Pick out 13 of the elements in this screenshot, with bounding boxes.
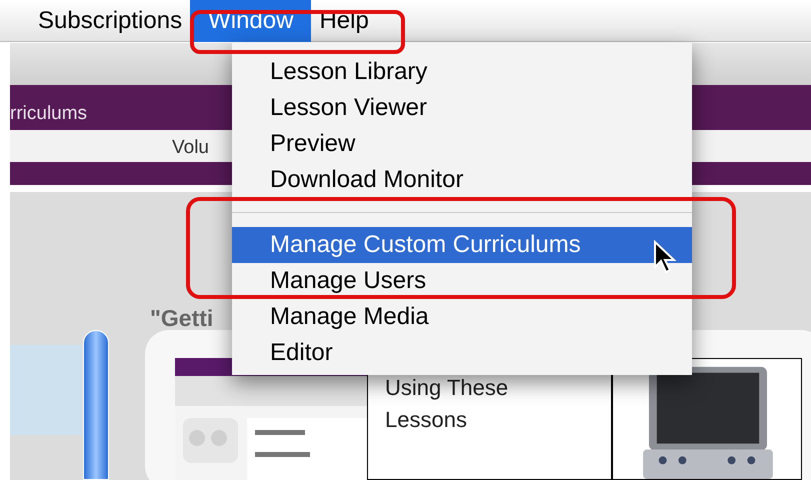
field-text: Volu (172, 136, 209, 160)
menu-item[interactable]: Editor (232, 335, 692, 371)
menu-item[interactable]: Preview (232, 126, 692, 162)
menu-item[interactable]: Lesson Library (232, 54, 692, 90)
menu-item[interactable]: Manage Media (232, 299, 692, 335)
menu-item[interactable]: Manage Custom Curriculums (232, 227, 692, 263)
section-title: "Getti (150, 304, 214, 333)
lesson-title: Using These Lessons (385, 374, 510, 434)
header-title: rriculums (10, 102, 88, 126)
menu-item[interactable]: Download Monitor (232, 162, 692, 198)
menu-bar-item[interactable]: Subscriptions (30, 0, 190, 42)
cursor-icon (653, 240, 677, 274)
menu-item[interactable]: Lesson Viewer (232, 90, 692, 126)
